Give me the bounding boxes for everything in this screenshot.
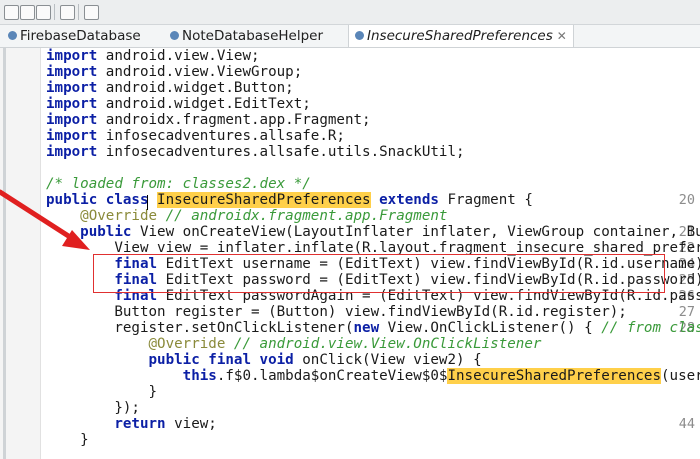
red-arrow xyxy=(0,189,90,250)
